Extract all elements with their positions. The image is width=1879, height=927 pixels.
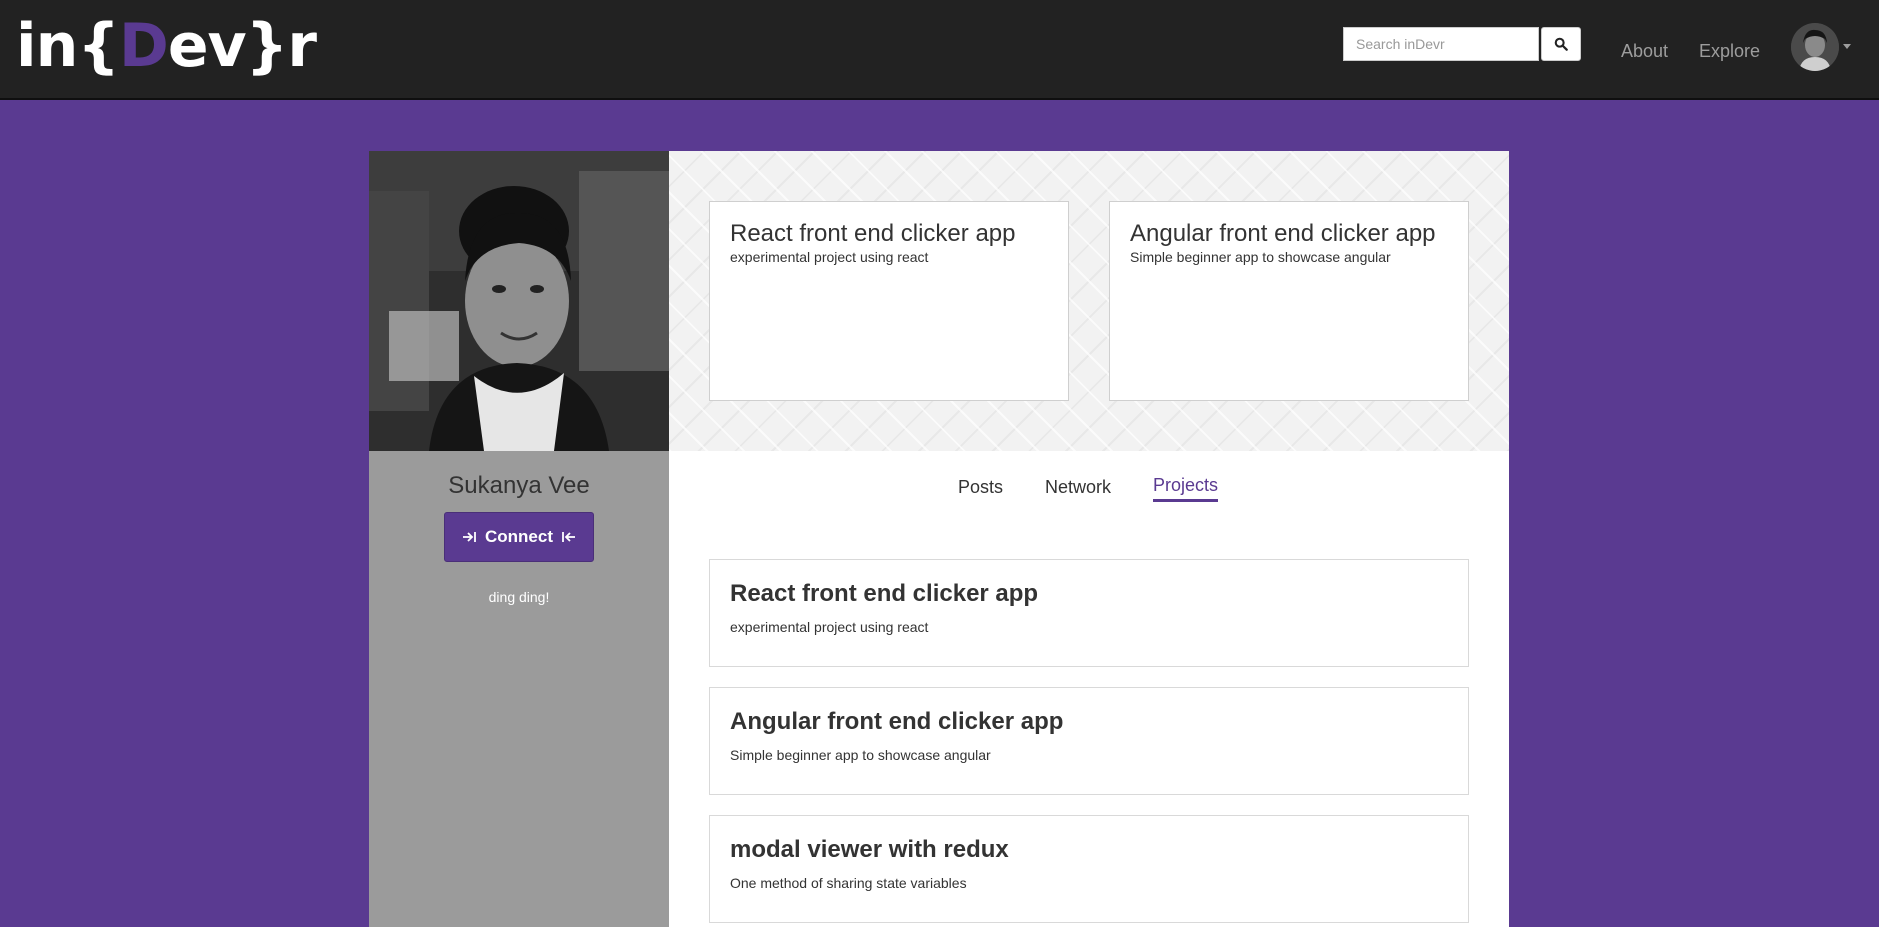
project-title: React front end clicker app <box>730 580 1039 607</box>
logo-suffix: ev}r <box>167 11 317 81</box>
profile-bio: ding ding! <box>488 589 550 605</box>
project-card[interactable]: modal viewer with redux One method of sh… <box>709 815 1469 923</box>
featured-banner: React front end clicker app experimental… <box>669 151 1509 451</box>
nav-link-about[interactable]: About <box>1621 40 1668 62</box>
nav-link-explore[interactable]: Explore <box>1699 40 1760 62</box>
avatar-photo <box>1791 23 1839 71</box>
tab-projects[interactable]: Projects <box>1153 474 1219 502</box>
project-card[interactable]: Angular front end clicker app Simple beg… <box>709 687 1469 795</box>
profile-photo <box>369 151 669 451</box>
featured-project-card[interactable]: React front end clicker app experimental… <box>709 201 1069 401</box>
featured-project-desc: experimental project using react <box>730 249 929 265</box>
featured-project-title: React front end clicker app <box>730 220 1016 247</box>
profile-photo-image <box>369 151 669 451</box>
logo-accent: D <box>119 11 169 81</box>
search-button[interactable] <box>1541 27 1581 61</box>
logo-prefix: in{ <box>16 11 120 81</box>
profile-sidebar: Sukanya Vee Connect ding ding! <box>369 451 669 927</box>
arrow-left-to-bar-icon <box>562 532 575 542</box>
logo[interactable]: in{Dev}r <box>16 8 317 84</box>
project-desc: One method of sharing state variables <box>730 875 967 891</box>
search-icon <box>1554 37 1568 51</box>
search-input[interactable] <box>1343 27 1539 61</box>
main-content: Posts Network Projects React front end c… <box>669 451 1509 927</box>
arrow-right-to-bar-icon <box>463 532 476 542</box>
featured-project-title: Angular front end clicker app <box>1130 220 1436 247</box>
chevron-down-icon[interactable] <box>1843 44 1851 49</box>
tab-network[interactable]: Network <box>1045 476 1111 498</box>
profile-name: Sukanya Vee <box>448 472 590 499</box>
project-card[interactable]: React front end clicker app experimental… <box>709 559 1469 667</box>
featured-project-card[interactable]: Angular front end clicker app Simple beg… <box>1109 201 1469 401</box>
connect-label: Connect <box>485 527 553 546</box>
project-desc: experimental project using react <box>730 619 929 635</box>
featured-project-desc: Simple beginner app to showcase angular <box>1130 249 1391 265</box>
project-desc: Simple beginner app to showcase angular <box>730 747 991 763</box>
tab-posts[interactable]: Posts <box>958 476 1003 498</box>
project-title: modal viewer with redux <box>730 836 1009 863</box>
top-navbar: in{Dev}r About Explore <box>0 0 1879 100</box>
user-avatar[interactable] <box>1791 23 1839 71</box>
connect-button[interactable]: Connect <box>444 512 594 562</box>
project-title: Angular front end clicker app <box>730 708 1064 735</box>
